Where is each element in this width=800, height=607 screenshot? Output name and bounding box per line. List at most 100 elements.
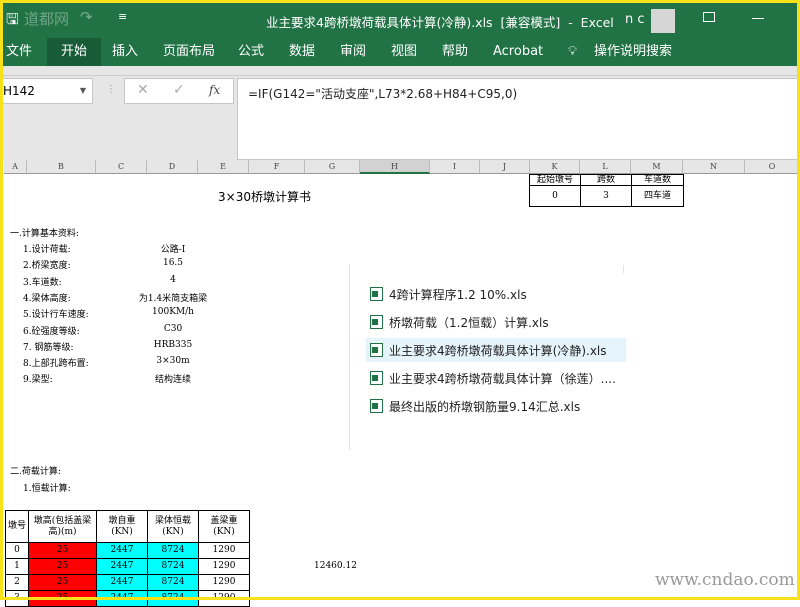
subsection-heading: 1.恒载计算: bbox=[23, 484, 71, 494]
load-table-cell[interactable]: 8724 bbox=[147, 558, 199, 575]
load-table-header[interactable]: 墩自重(KN) bbox=[96, 510, 148, 543]
load-table-cell[interactable]: 1290 bbox=[198, 574, 250, 591]
table-cell[interactable]: 3 bbox=[580, 185, 632, 207]
load-table-cell[interactable]: 1290 bbox=[198, 558, 250, 575]
table-cell[interactable]: 0 bbox=[529, 185, 581, 207]
column-header-i[interactable]: I bbox=[430, 160, 480, 174]
item-value[interactable]: HRB335 bbox=[154, 340, 192, 350]
load-table-cell[interactable]: 25 bbox=[28, 542, 97, 559]
load-table-cell[interactable]: 1290 bbox=[198, 542, 250, 559]
lightbulb-icon: 💡︎ bbox=[568, 44, 578, 59]
tab-view[interactable]: 视图 bbox=[389, 38, 419, 66]
item-value[interactable]: C30 bbox=[164, 324, 182, 334]
load-table-cell[interactable]: 2447 bbox=[96, 542, 148, 559]
window-title: 业主要求4跨桥墩荷载具体计算(冷静).xls [兼容模式] - Excel bbox=[266, 15, 614, 30]
column-header-e[interactable]: E bbox=[198, 160, 249, 174]
customize-qat-icon[interactable]: ≡ bbox=[118, 10, 127, 23]
avatar[interactable] bbox=[651, 9, 675, 33]
table-cell[interactable]: 四车道 bbox=[631, 185, 684, 207]
load-table-cell[interactable]: 8724 bbox=[147, 590, 199, 607]
column-header-l[interactable]: L bbox=[580, 160, 631, 174]
load-table-cell[interactable]: 1 bbox=[5, 558, 29, 575]
excel-file-icon bbox=[370, 287, 383, 301]
column-header-a[interactable]: A bbox=[4, 160, 27, 174]
load-table-cell[interactable]: 25 bbox=[28, 590, 97, 607]
section-heading: 二.荷载计算: bbox=[10, 467, 61, 477]
insert-function-icon[interactable]: fx bbox=[209, 83, 220, 97]
column-header-f[interactable]: F bbox=[249, 160, 305, 174]
side-value[interactable]: 12460.12 bbox=[314, 561, 357, 571]
tab-formulas[interactable]: 公式 bbox=[236, 38, 266, 66]
item-value[interactable]: 公路-I bbox=[161, 242, 186, 255]
user-name: n c bbox=[625, 12, 645, 27]
item-value[interactable]: 为1.4米简支箱梁 bbox=[139, 291, 207, 304]
title-bar: 🖫 道都网 ↷ ≡ 业主要求4跨桥墩荷载具体计算(冷静).xls [兼容模式] … bbox=[0, 0, 800, 38]
item-value[interactable]: 100KM/h bbox=[152, 307, 194, 317]
tab-help[interactable]: 帮助 bbox=[440, 38, 470, 66]
name-box[interactable]: H142 ▼ bbox=[0, 78, 93, 104]
column-header-c[interactable]: C bbox=[96, 160, 147, 174]
file-name: 桥墩荷载（1.2恒载）计算.xls bbox=[389, 315, 549, 330]
excel-file-icon bbox=[370, 371, 383, 385]
item-value[interactable]: 16.5 bbox=[163, 258, 183, 268]
section-heading: 一.计算基本资料: bbox=[10, 229, 79, 239]
tab-file[interactable]: 文件 bbox=[4, 38, 34, 66]
file-name: 业主要求4跨桥墩荷载具体计算（徐莲）.... bbox=[389, 371, 616, 386]
column-header-j[interactable]: J bbox=[480, 160, 530, 174]
tab-insert[interactable]: 插入 bbox=[110, 38, 140, 66]
formula-buttons: ✕ ✓ fx bbox=[124, 78, 234, 104]
load-table-cell[interactable]: 8724 bbox=[147, 542, 199, 559]
ribbon-display-icon[interactable] bbox=[703, 12, 715, 22]
load-table-cell[interactable]: 0 bbox=[5, 542, 29, 559]
column-header-k[interactable]: K bbox=[530, 160, 580, 174]
load-table-header[interactable]: 墩号 bbox=[5, 510, 29, 543]
load-table-cell[interactable]: 25 bbox=[28, 558, 97, 575]
save-icon[interactable]: 🖫 bbox=[6, 9, 19, 34]
recent-file-item[interactable]: 业主要求4跨桥墩荷载具体计算（徐莲）.... bbox=[370, 366, 616, 390]
column-header-n[interactable]: N bbox=[683, 160, 745, 174]
tab-review[interactable]: 审阅 bbox=[338, 38, 368, 66]
tell-me-search[interactable]: 操作说明搜索 bbox=[592, 38, 674, 66]
item-value[interactable]: 结构连续 bbox=[155, 372, 191, 385]
column-header-g[interactable]: G bbox=[305, 160, 360, 174]
enter-icon[interactable]: ✓ bbox=[173, 82, 185, 98]
column-header-h[interactable]: H bbox=[360, 160, 430, 174]
chevron-down-icon[interactable]: ▼ bbox=[80, 79, 86, 103]
load-table-header[interactable]: 梁体恒载(KN) bbox=[147, 510, 199, 543]
recent-file-item[interactable]: 业主要求4跨桥墩荷载具体计算(冷静).xls bbox=[366, 338, 626, 362]
sheet-title: 3×30桥墩计算书 bbox=[218, 190, 311, 204]
load-table-cell[interactable]: 2447 bbox=[96, 590, 148, 607]
column-header-b[interactable]: B bbox=[27, 160, 96, 174]
load-table-cell[interactable]: 2447 bbox=[96, 574, 148, 591]
tab-page-layout[interactable]: 页面布局 bbox=[161, 38, 217, 66]
redo-icon[interactable]: ↷ bbox=[80, 8, 93, 26]
recent-file-item[interactable]: 最终出版的桥墩钢筋量9.14汇总.xls bbox=[370, 394, 580, 418]
drag-handle-icon[interactable]: ⋮ bbox=[106, 84, 116, 95]
load-table-cell[interactable]: 1290 bbox=[198, 590, 250, 607]
tab-data[interactable]: 数据 bbox=[287, 38, 317, 66]
recent-file-item[interactable]: 桥墩荷载（1.2恒载）计算.xls bbox=[370, 310, 549, 334]
tab-home[interactable]: 开始 bbox=[47, 38, 102, 66]
cancel-icon[interactable]: ✕ bbox=[137, 82, 149, 98]
column-header-d[interactable]: D bbox=[147, 160, 198, 174]
load-table-header[interactable]: 盖梁重(KN) bbox=[198, 510, 250, 543]
item-label: 4.梁体高度: bbox=[23, 293, 71, 304]
load-table-header[interactable]: 墩高(包括盖梁高)(m) bbox=[28, 510, 97, 543]
recent-file-item[interactable]: 4跨计算程序1.2 10%.xls bbox=[370, 282, 527, 306]
load-table-cell[interactable]: 3 bbox=[5, 590, 29, 607]
excel-file-icon bbox=[370, 315, 383, 329]
column-header-o[interactable]: O bbox=[745, 160, 800, 174]
load-table-cell[interactable]: 2 bbox=[5, 574, 29, 591]
column-header-m[interactable]: M bbox=[631, 160, 683, 174]
item-label: 8.上部孔跨布置: bbox=[23, 359, 89, 370]
load-table-cell[interactable]: 25 bbox=[28, 574, 97, 591]
item-value[interactable]: 3×30m bbox=[156, 356, 189, 366]
load-table-cell[interactable]: 2447 bbox=[96, 558, 148, 575]
tab-acrobat[interactable]: Acrobat bbox=[491, 38, 545, 66]
formula-input[interactable]: =IF(G142="活动支座",L73*2.68+H84+C95,0) bbox=[237, 78, 800, 160]
panel-divider bbox=[623, 265, 624, 273]
load-table-cell[interactable]: 8724 bbox=[147, 574, 199, 591]
minimize-icon[interactable] bbox=[752, 18, 764, 19]
item-value[interactable]: 4 bbox=[170, 275, 176, 285]
watermark: www.cndao.com bbox=[655, 570, 795, 590]
